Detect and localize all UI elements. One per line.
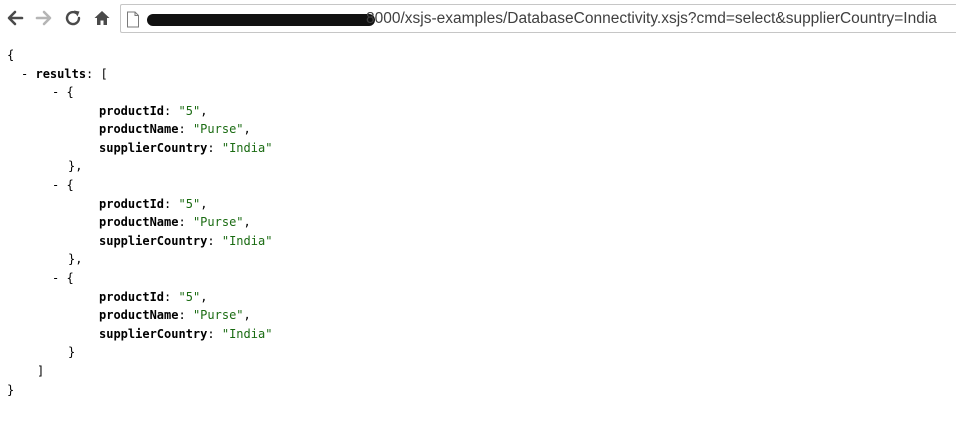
key-supplierCountry: supplierCountry: [99, 234, 208, 248]
item-open-brace: {: [66, 271, 74, 285]
item-collapse-toggle[interactable]: -: [52, 271, 59, 285]
home-button[interactable]: [90, 6, 114, 30]
key-productId: productId: [99, 290, 165, 304]
open-bracket: [: [100, 67, 108, 81]
item-close: },: [68, 159, 83, 173]
forward-arrow-icon: [35, 10, 52, 26]
item-field-productName: productName: "Purse",: [99, 215, 251, 229]
item-open-brace: {: [66, 178, 74, 192]
item-open: - {: [52, 83, 74, 102]
value-supplierCountry: "India": [221, 234, 273, 248]
json-close-bracket: ]: [37, 364, 45, 378]
json-open-brace: {: [7, 48, 15, 62]
item-open: - {: [52, 269, 74, 288]
colon: :: [86, 67, 101, 81]
value-productName: "Purse": [192, 308, 244, 322]
item-close: },: [68, 252, 83, 266]
item-open-brace: {: [66, 85, 74, 99]
results-collapse-toggle[interactable]: -: [21, 67, 28, 81]
item-open: - {: [52, 176, 74, 195]
reload-button[interactable]: [61, 6, 85, 30]
item-field-supplierCountry: supplierCountry: "India": [99, 234, 273, 248]
item-field-supplierCountry: supplierCountry: "India": [99, 141, 273, 155]
key-supplierCountry: supplierCountry: [99, 327, 208, 341]
key-supplierCountry: supplierCountry: [99, 141, 208, 155]
value-productName: "Purse": [192, 215, 244, 229]
json-close-brace: }: [7, 383, 15, 397]
reload-icon: [65, 10, 81, 26]
back-arrow-icon: [7, 10, 24, 26]
page-icon: [127, 11, 139, 28]
key-productName: productName: [99, 122, 179, 136]
browser-toolbar: 8000/xsjs-examples/DatabaseConnectivity.…: [0, 0, 956, 36]
item-field-productId: productId: "5",: [99, 197, 208, 211]
value-productId: "5": [178, 104, 201, 118]
json-viewer: { - results: [ - { productId: "5", produ…: [0, 36, 956, 422]
item-collapse-toggle[interactable]: -: [52, 85, 59, 99]
forward-button[interactable]: [32, 6, 56, 30]
back-button[interactable]: [3, 6, 27, 30]
value-supplierCountry: "India": [221, 327, 273, 341]
item-collapse-toggle[interactable]: -: [52, 178, 59, 192]
item-close: }: [68, 345, 76, 359]
results-key: results: [35, 67, 87, 81]
value-productId: "5": [178, 290, 201, 304]
key-productId: productId: [99, 104, 165, 118]
value-productId: "5": [178, 197, 201, 211]
item-field-productId: productId: "5",: [99, 104, 208, 118]
item-field-productName: productName: "Purse",: [99, 308, 251, 322]
key-productName: productName: [99, 308, 179, 322]
results-row: - results: [: [21, 65, 108, 84]
value-productName: "Purse": [192, 122, 244, 136]
address-bar[interactable]: 8000/xsjs-examples/DatabaseConnectivity.…: [120, 4, 956, 33]
key-productName: productName: [99, 215, 179, 229]
item-field-productId: productId: "5",: [99, 290, 208, 304]
redacted-url-host: [147, 14, 375, 26]
item-field-supplierCountry: supplierCountry: "India": [99, 327, 273, 341]
value-supplierCountry: "India": [221, 141, 273, 155]
home-icon: [94, 11, 110, 25]
url-text[interactable]: 8000/xsjs-examples/DatabaseConnectivity.…: [366, 9, 937, 29]
item-field-productName: productName: "Purse",: [99, 122, 251, 136]
key-productId: productId: [99, 197, 165, 211]
